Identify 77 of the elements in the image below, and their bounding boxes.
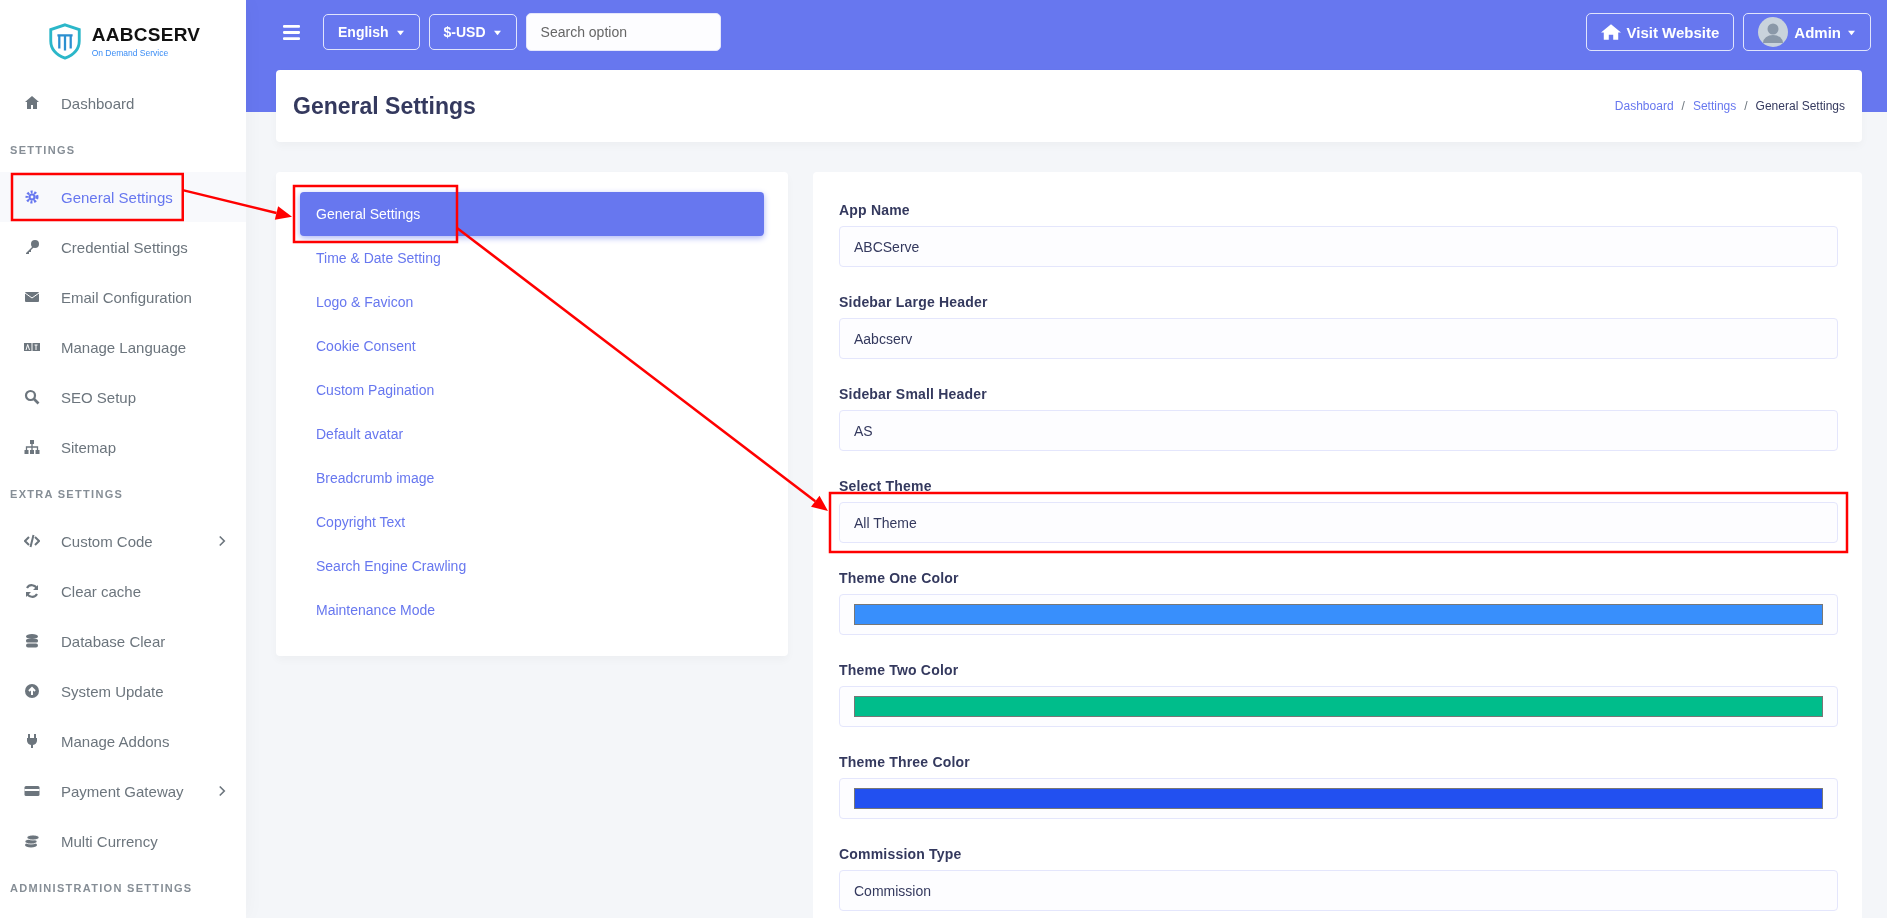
home-icon	[1600, 23, 1621, 41]
upload-circle-icon	[24, 683, 40, 699]
sidebar-item[interactable]: Custom Code	[0, 516, 246, 566]
database-icon	[24, 633, 40, 649]
settings-menu-item[interactable]: Logo & Favicon	[300, 280, 764, 324]
chevron-right-icon	[218, 785, 226, 797]
settings-menu-item[interactable]: Default avatar	[300, 412, 764, 456]
settings-menu-item[interactable]: Time & Date Setting	[300, 236, 764, 280]
text-field[interactable]: Aabcserv	[839, 318, 1838, 359]
section-heading: EXTRA SETTINGS	[9, 487, 125, 502]
search-field[interactable]: Search option	[525, 13, 721, 51]
breadcrumb-link[interactable]: Dashboard	[1614, 99, 1674, 113]
sidebar-item[interactable]: Manage Language	[0, 322, 246, 372]
field-label: Select Theme	[839, 478, 933, 494]
sidebar-item[interactable]: Multi Currency	[0, 816, 246, 866]
sidebar-item[interactable]: Clear cache	[0, 566, 246, 616]
section-heading: SETTINGS	[9, 143, 77, 158]
avatar-icon	[1758, 17, 1789, 47]
search-icon	[24, 389, 40, 405]
breadcrumb-separator: /	[1681, 99, 1685, 113]
settings-menu-item[interactable]: Search Engine Crawling	[300, 544, 764, 588]
settings-menu-item[interactable]: Copyright Text	[300, 500, 764, 544]
logo-title: AABCSERV	[91, 24, 201, 46]
text-field[interactable]: AS	[839, 410, 1838, 451]
text-field[interactable]: All Theme	[839, 502, 1838, 543]
currency-dropdown[interactable]: $-USD	[428, 14, 517, 50]
breadcrumb-current: General Settings	[1755, 99, 1845, 113]
sidebar-item[interactable]: General Settings	[0, 172, 246, 222]
sidebar-item[interactable]: Manage Addons	[0, 716, 246, 766]
field-label: Sidebar Small Header	[839, 386, 988, 402]
sitemap-icon	[24, 439, 40, 455]
field-label: Theme Three Color	[839, 754, 971, 770]
page-title: General Settings	[293, 92, 476, 120]
color-picker-field[interactable]	[839, 686, 1838, 727]
caret-icon	[395, 28, 405, 36]
field-label: Sidebar Large Header	[839, 294, 989, 310]
sidebar-item[interactable]: Credential Settings	[0, 222, 246, 272]
settings-menu-item[interactable]: Cookie Consent	[300, 324, 764, 368]
breadcrumb-separator: /	[1744, 99, 1748, 113]
key-icon	[24, 239, 40, 255]
field-label: Commission Type	[839, 846, 963, 862]
sidebar-item[interactable]: Database Clear	[0, 616, 246, 666]
text-field[interactable]: ABCServe	[839, 226, 1838, 267]
breadcrumb-link[interactable]: Settings	[1692, 99, 1737, 113]
visit-website-button[interactable]: Visit Website	[1585, 13, 1735, 51]
credit-card-icon	[24, 783, 40, 799]
user-menu-button[interactable]: Admin	[1743, 13, 1871, 51]
section-heading: ADMINISTRATION SETTINGS	[9, 881, 194, 896]
menu-icon	[283, 24, 300, 40]
settings-menu-item[interactable]: Breadcrumb image	[300, 456, 764, 500]
sidebar-item[interactable]: System Update	[0, 666, 246, 716]
color-picker-field[interactable]	[839, 594, 1838, 635]
caret-icon	[492, 28, 502, 36]
sidebar-item[interactable]: Payment Gateway	[0, 766, 246, 816]
language-dropdown[interactable]: English	[323, 14, 420, 50]
code-icon	[24, 533, 40, 549]
color-picker-field[interactable]	[839, 778, 1838, 819]
gear-icon	[24, 189, 40, 205]
coins-icon	[24, 833, 40, 849]
field-label: App Name	[839, 202, 911, 218]
sidebar-item[interactable]: SEO Setup	[0, 372, 246, 422]
settings-menu-item[interactable]: General Settings	[300, 192, 764, 236]
envelope-icon	[24, 289, 40, 305]
sidebar-item[interactable]: Email Configuration	[0, 272, 246, 322]
sidebar-item[interactable]: Sitemap	[0, 422, 246, 472]
plug-icon	[24, 733, 40, 749]
field-label: Theme One Color	[839, 570, 960, 586]
text-field[interactable]: Commission	[839, 870, 1838, 911]
home-icon	[24, 95, 40, 111]
refresh-icon	[24, 583, 40, 599]
caret-icon	[1847, 28, 1856, 36]
chevron-right-icon	[218, 535, 226, 547]
field-label: Theme Two Color	[839, 662, 960, 678]
logo-subtitle: On Demand Service	[91, 48, 170, 58]
settings-menu-item[interactable]: Maintenance Mode	[300, 588, 764, 632]
settings-menu-item[interactable]: Custom Pagination	[300, 368, 764, 412]
sidebar-item[interactable]: Dashboard	[0, 78, 246, 128]
